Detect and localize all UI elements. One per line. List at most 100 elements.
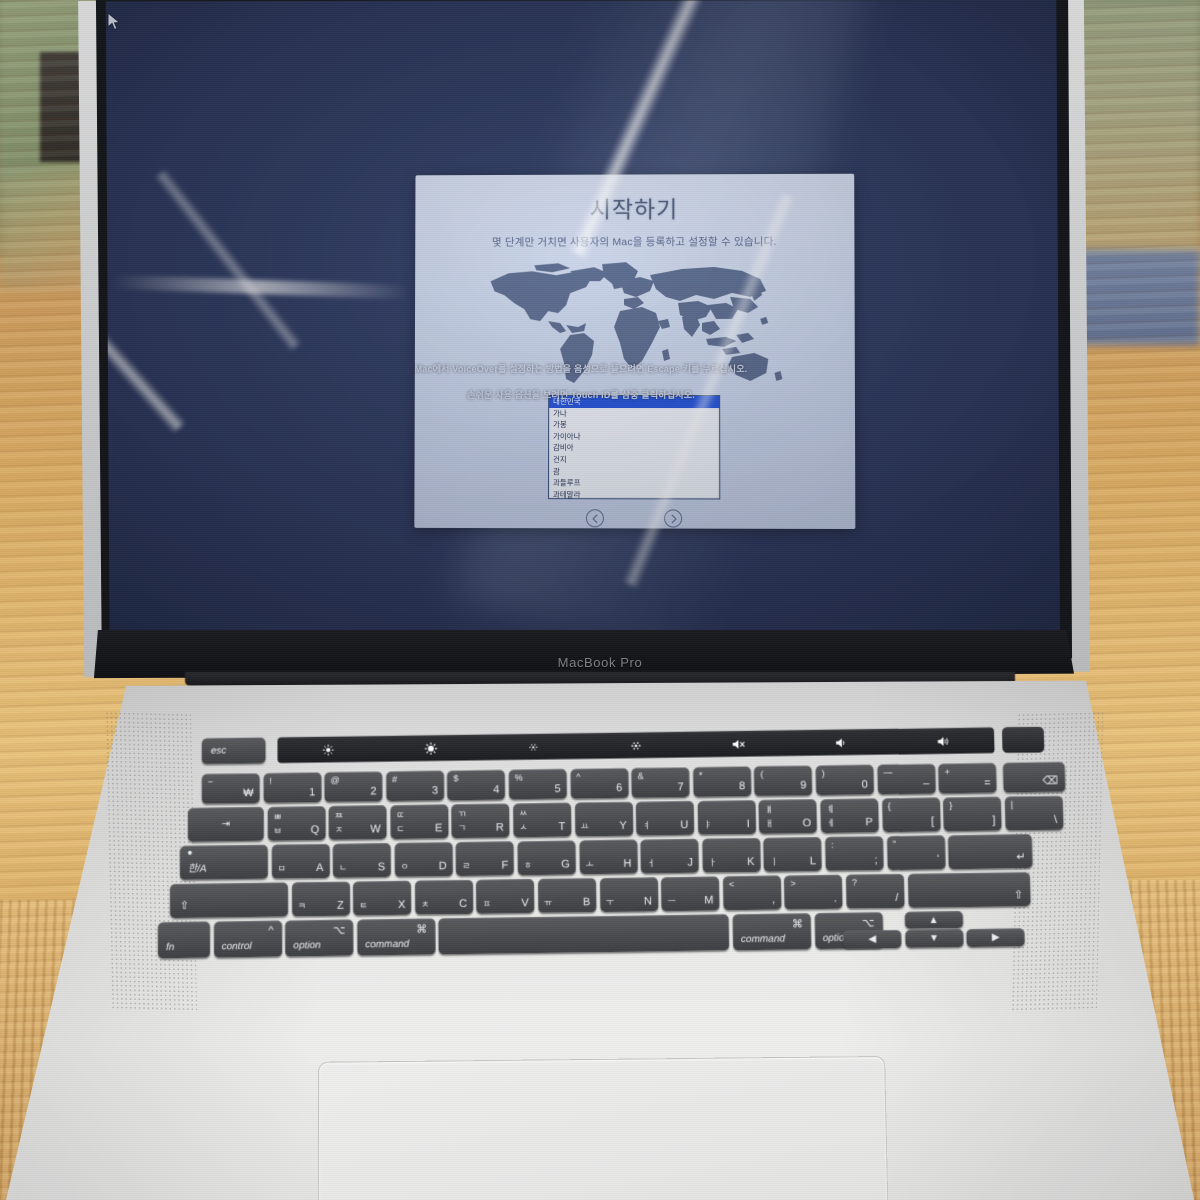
key-][interactable]: }] <box>943 796 1002 832</box>
key-/[interactable]: ? / <box>845 873 905 909</box>
country-list-item[interactable]: 건지 <box>549 454 719 466</box>
key-I[interactable]: Iㅑ <box>697 800 756 835</box>
key-space[interactable] <box>438 914 730 955</box>
mouse-cursor-icon <box>107 12 121 31</box>
key-main-label: 1 <box>309 786 316 799</box>
key-\[interactable]: | \ <box>1004 795 1064 831</box>
key-shift-left[interactable]: ⇧ <box>169 882 289 919</box>
key-command[interactable]: ⌘ command <box>357 918 436 956</box>
key-–[interactable]: — – <box>876 763 936 795</box>
country-list-item[interactable]: 가나 <box>549 408 719 420</box>
key-arrow-right[interactable]: ▶ <box>966 928 1025 948</box>
key-option[interactable]: ⌥ option <box>285 919 354 957</box>
key-O[interactable]: ㅒ O ㅐ <box>758 799 818 834</box>
key-B[interactable]: Bㅠ <box>537 878 597 913</box>
key-'[interactable]: " ' <box>886 835 946 871</box>
volume-down-icon[interactable] <box>789 729 892 756</box>
touch-bar[interactable] <box>277 727 995 764</box>
key-M[interactable]: Mㅡ <box>661 876 720 912</box>
key-X[interactable]: Xㅌ <box>353 880 412 916</box>
key-E[interactable]: ㄸ E ㄷ <box>390 804 449 840</box>
country-list-item[interactable]: 가봉 <box>549 419 719 431</box>
key-.[interactable]: >. <box>784 874 843 910</box>
back-button[interactable]: 뒤로 <box>578 509 612 529</box>
key-Q[interactable]: ㅃ Q ㅂ <box>267 806 326 841</box>
continue-button[interactable]: 계속 <box>656 509 690 529</box>
key-,[interactable]: <, <box>722 875 782 911</box>
country-list-item[interactable]: 과테말라 <box>549 489 719 500</box>
key-T[interactable]: ㅆ T ㅅ <box>513 802 572 838</box>
country-list-item[interactable]: 괌 <box>549 466 719 478</box>
key-Z[interactable]: Zㅋ <box>291 881 350 917</box>
key-korean-label: ㄷ <box>396 823 405 835</box>
key-R[interactable]: ㄲ R ㄱ <box>451 803 510 839</box>
key-return[interactable]: ↵ <box>948 834 1033 870</box>
key-Y[interactable]: Yㅛ <box>574 801 633 837</box>
brightness-up-icon[interactable] <box>380 734 483 761</box>
key-return-glyph: ↵ <box>1016 851 1026 864</box>
key-5[interactable]: % 5 <box>508 769 567 800</box>
key-U[interactable]: Uㅕ <box>635 801 695 836</box>
key-6[interactable]: ^ 6 <box>570 768 629 799</box>
key-command-right[interactable]: ⌘ command <box>732 913 812 951</box>
key-8[interactable]: * 8 <box>692 766 752 798</box>
key-korean-label: ㅔ <box>826 817 836 829</box>
key-C[interactable]: Cㅊ <box>414 879 474 915</box>
macbook-pro-brand-label: MacBook Pro <box>557 655 643 670</box>
key-arrow-left[interactable]: ◀ <box>843 929 902 949</box>
key-9[interactable]: (9 <box>754 765 813 797</box>
key-N[interactable]: Nㅜ <box>599 877 659 913</box>
mute-icon[interactable] <box>687 730 790 757</box>
key-escape[interactable]: esc <box>201 737 266 765</box>
key-2[interactable]: @2 <box>324 771 383 803</box>
key-3[interactable]: #3 <box>385 770 445 802</box>
key-top-label: > <box>790 878 796 889</box>
volume-up-icon[interactable] <box>892 727 995 754</box>
key-tab[interactable]: ⇥ <box>187 806 264 842</box>
key-H[interactable]: Hㅗ <box>579 839 638 875</box>
keyboard-backlight-down-icon[interactable] <box>482 733 585 760</box>
touch-id-button[interactable] <box>1001 726 1045 754</box>
key-1[interactable]: ! 1 <box>263 772 322 804</box>
key-tab-glyph: ⇥ <box>221 818 231 830</box>
key-delete[interactable]: ⌫ <box>1002 762 1066 793</box>
key-G[interactable]: Gㅎ <box>517 840 576 876</box>
key-fn[interactable]: fn <box>157 921 211 959</box>
key-₩[interactable]: ~ ₩ <box>201 773 260 804</box>
country-list-item[interactable]: 과들루프 <box>549 477 719 489</box>
key-main-label: F <box>501 859 509 872</box>
key-D[interactable]: Dㅇ <box>394 842 453 877</box>
key-top-label: * <box>698 770 703 781</box>
country-list-item[interactable]: 감비아 <box>549 442 719 454</box>
key-top-label: ( <box>760 769 764 780</box>
key-4[interactable]: $4 <box>447 769 506 801</box>
key-caps-lock[interactable]: 한/A <box>179 844 268 880</box>
key-;[interactable]: :; <box>825 836 884 871</box>
key-shift-right[interactable]: ⇧ <box>907 872 1031 908</box>
key-S[interactable]: Sㄴ <box>332 843 392 878</box>
country-list-item[interactable]: 가이아나 <box>549 431 719 443</box>
key-korean-label: ㅎ <box>523 860 533 871</box>
keyboard-backlight-up-icon[interactable] <box>585 732 688 759</box>
brightness-down-icon[interactable] <box>277 736 380 763</box>
key-arrow-up[interactable]: ▲ <box>904 911 963 929</box>
key-L[interactable]: Lㅣ <box>763 837 823 872</box>
key-P[interactable]: ㅖ P ㅔ <box>820 798 879 834</box>
key-arrow-down[interactable]: ▼ <box>904 929 964 948</box>
key-main-label: B <box>582 896 591 909</box>
key-W[interactable]: ㅉ W ㅈ <box>328 805 387 840</box>
key-0[interactable]: ) 0 <box>815 764 875 796</box>
key-J[interactable]: Jㅓ <box>640 838 700 874</box>
key-K[interactable]: Kㅏ <box>702 837 761 873</box>
key-A[interactable]: Aㅁ <box>271 843 330 879</box>
key-main-label: T <box>558 820 566 833</box>
key-=[interactable]: + = <box>938 763 997 794</box>
key-F[interactable]: Fㄹ <box>456 841 515 877</box>
trackpad[interactable] <box>317 1055 891 1200</box>
country-list[interactable]: 대한민국 가나 가봉 가이아나 감비아 건지 괌 과들루프 과테말라 <box>547 394 721 500</box>
key-[[interactable]: {[ <box>881 797 941 833</box>
key-control[interactable]: ^ control <box>213 920 282 958</box>
key-V[interactable]: Vㅍ <box>476 878 535 914</box>
key-7[interactable]: & 7 <box>631 767 690 798</box>
key-main-label: O <box>802 817 812 830</box>
